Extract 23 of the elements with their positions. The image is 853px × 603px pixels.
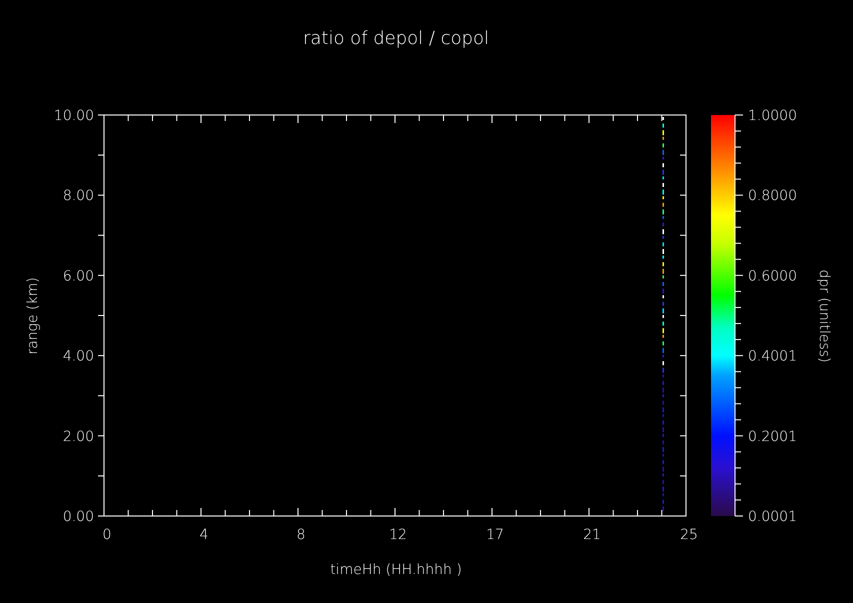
x-tick-label: 8 [296,527,306,543]
y-tick-label: 10.00 [54,108,94,124]
y-tick-label: 0.00 [62,509,94,525]
colorbar-tick-label: 0.2001 [748,428,797,445]
y-axis-label: range (km) [25,277,41,355]
y-tick-label: 4.00 [62,348,94,365]
x-tick-label: 0 [102,527,112,543]
colorbar-tick-label: 1.0000 [748,108,797,124]
x-axis-label: timeHh (HH.hhhh ) [330,562,462,578]
y-tick-label: 6.00 [62,268,94,284]
colorbar-label: dpr (unitless) [816,269,832,363]
y-tick-label: 2.00 [62,428,94,445]
plot-title: ratio of depol / copol [302,28,490,49]
x-tick-label: 12 [389,527,407,543]
colorbar-tick-label: 0.8000 [748,188,797,204]
x-tick-label: 17 [486,527,504,543]
y-tick-label: 8.00 [62,188,94,204]
x-tick-label: 25 [680,527,698,543]
colorbar-tick-label: 0.0001 [748,509,797,525]
x-tick-label: 4 [200,527,208,543]
x-tick-label: 21 [583,527,601,543]
colorbar-tick-label: 0.6000 [748,268,797,284]
colorbar-tick-label: 0.4001 [748,348,797,365]
